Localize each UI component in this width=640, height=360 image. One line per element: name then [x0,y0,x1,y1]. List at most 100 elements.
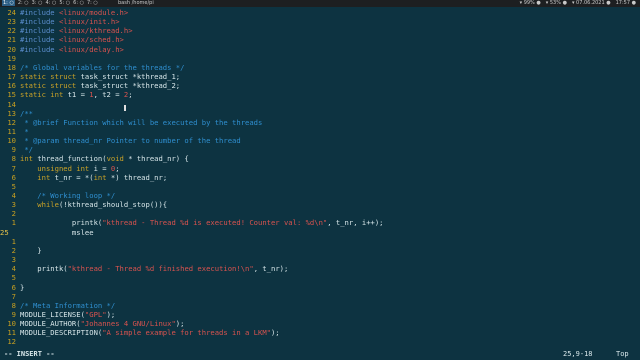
code-line[interactable]: 21 #include <linux/sched.h> [0,35,124,44]
code-line[interactable]: 2 [0,209,20,218]
code-token: ; [115,163,120,173]
code-line[interactable]: 10 MODULE_AUTHOR("Johannes 4 GNU/Linux"); [0,319,184,328]
workspace-1[interactable]: 1: ○ [2,0,15,6]
line-number: 6 [11,172,16,182]
code-token: * @brief Function which will be executed… [20,117,263,127]
code-line[interactable]: 4 printk("kthread - Thread %d finished e… [0,264,289,274]
line-number: 10 [7,136,16,146]
code-line[interactable]: 23 #include <linux/init.h> [0,17,120,27]
code-line[interactable]: 8 int thread_function(void * thread_nr) { [0,154,189,163]
code-line[interactable]: 1 [0,237,20,246]
line-number: 4 [11,264,16,274]
code-line[interactable]: 15 static int t1 = 1, t2 = 2; [0,90,133,100]
line-number: 18 [7,62,16,72]
code-token: printk( [20,218,103,228]
code-token: , t2 = [93,90,124,100]
code-token: "GPL" [84,309,107,319]
code-token: "kthread - Thread %d is executed! Counte… [102,218,328,228]
line-number: 11 [7,328,16,338]
code-token: , t_nr, i++); [327,218,384,228]
line-number: 6 [11,282,16,292]
code-line[interactable]: 10 * @param thread_nr Pointer to number … [0,136,241,146]
status-item: ▾ 53% ● [545,0,567,6]
workspace-list: 1: ○ 2: ○ 3: ○ 4: ○ 5: ○ 6: ○ 7: ○ [2,0,101,7]
scroll-position: Top [616,350,629,358]
code-token: "A simple example for threads in a LKM" [102,328,271,338]
code-line[interactable]: 6} [0,282,25,292]
code-token: ); [175,319,185,329]
code-token: ); [106,309,116,319]
line-number: 5 [11,181,16,191]
workspace-6[interactable]: 6: ○ [73,0,84,6]
line-number: 14 [7,99,16,109]
code-line[interactable]: 7 unsigned int i = 0; [0,164,120,173]
line-number: 9 [11,309,16,319]
workspace-5[interactable]: 5: ○ [59,0,70,6]
code-token: unsigned int [20,163,94,173]
status-item: 17:57 ● [615,0,636,6]
code-line[interactable]: 3 while(!kthread_should_stop()){ [0,200,167,209]
code-line[interactable]: 20 #include <linux/delay.h> [0,45,124,54]
line-number: 4 [11,191,16,200]
workspace-4[interactable]: 4: ○ [45,0,56,6]
line-number: 5 [11,273,16,283]
cursor-position: 25,9-18 [563,350,593,358]
code-line[interactable]: 11 MODULE_DESCRIPTION("A simple example f… [0,328,280,338]
code-line[interactable]: 7 [0,292,20,301]
line-number: 10 [7,319,16,329]
code-token: * @param thread_nr Pointer to number of … [20,136,241,146]
window-title: bash /home/pi [118,0,154,6]
code-line[interactable]: 9 */ [0,145,33,154]
code-line[interactable]: 11 * [0,126,28,136]
workspace-3[interactable]: 3: ○ [32,0,43,6]
code-token: #include [20,8,59,17]
code-token: i = [93,163,111,173]
code-token: void [106,154,124,164]
code-token: ); [270,328,280,338]
line-number: 11 [7,126,16,136]
code-token: t1 = [67,90,90,100]
code-line[interactable]: 17 static struct task_struct *kthread_1; [0,72,180,81]
code-token: #include [20,26,59,36]
top-status-bar: 1: ○ 2: ○ 3: ○ 4: ○ 5: ○ 6: ○ 7: ○ bash /home/… [0,0,640,7]
code-line[interactable]: 22 #include <linux/kthread.h> [0,26,132,36]
code-line[interactable]: 14 [0,100,20,109]
code-token: ; [128,90,133,100]
code-line[interactable]: 8 /* Meta Information */ [0,301,116,310]
code-line[interactable]: 13 /** [0,109,33,118]
vim-editor[interactable]: 24 #include <linux/module.h> 23 #include <l… [0,8,640,356]
code-line[interactable]: 9 MODULE_LICENSE("GPL"); [0,309,116,319]
code-line[interactable]: 25 mslee [0,228,94,237]
code-line[interactable]: 12 * @brief Function which will be execu… [0,118,262,127]
code-line[interactable]: 5 [0,273,20,282]
line-number: 12 [7,337,16,347]
code-token: <linux/delay.h> [58,44,124,54]
code-line[interactable]: 5 [0,182,20,191]
vim-statusline: -- INSERT -- 25,9-18 Top [0,349,640,360]
line-number: 12 [7,117,16,127]
code-line[interactable]: 3 [0,255,20,264]
line-number: 3 [11,255,16,265]
code-line[interactable]: 16 static struct task_struct *kthread_2; [0,81,180,90]
workspace-2[interactable]: 2: ○ [18,0,29,6]
line-number: 16 [7,81,16,91]
code-line[interactable]: 2 } [0,246,42,255]
line-number: 1 [11,236,16,246]
code-line[interactable]: 12 [0,337,20,346]
code-token: int [20,154,38,164]
code-token: <linux/init.h> [58,17,120,27]
code-line[interactable]: 1 printk("kthread - Thread %d is execute… [0,218,384,227]
line-number: 3 [11,200,16,210]
code-line[interactable]: 24 #include <linux/module.h> [0,8,128,17]
code-line[interactable]: 18 /* Global variables for the threads */ [0,63,184,72]
code-token: , t_nr); [253,264,289,274]
line-number: 7 [11,291,16,301]
code-token: */ [20,145,33,155]
code-line[interactable]: 19 [0,54,20,63]
line-number: 15 [7,90,16,100]
code-line[interactable]: 4 /* Working loop */ [0,191,116,200]
code-line[interactable]: 6 int t_nr = *(int *) thread_nr; [0,173,167,182]
line-number: 19 [7,53,16,63]
status-item: ▾ 07.06.2021 ● [571,0,611,6]
workspace-7[interactable]: 7: ○ [87,0,98,6]
